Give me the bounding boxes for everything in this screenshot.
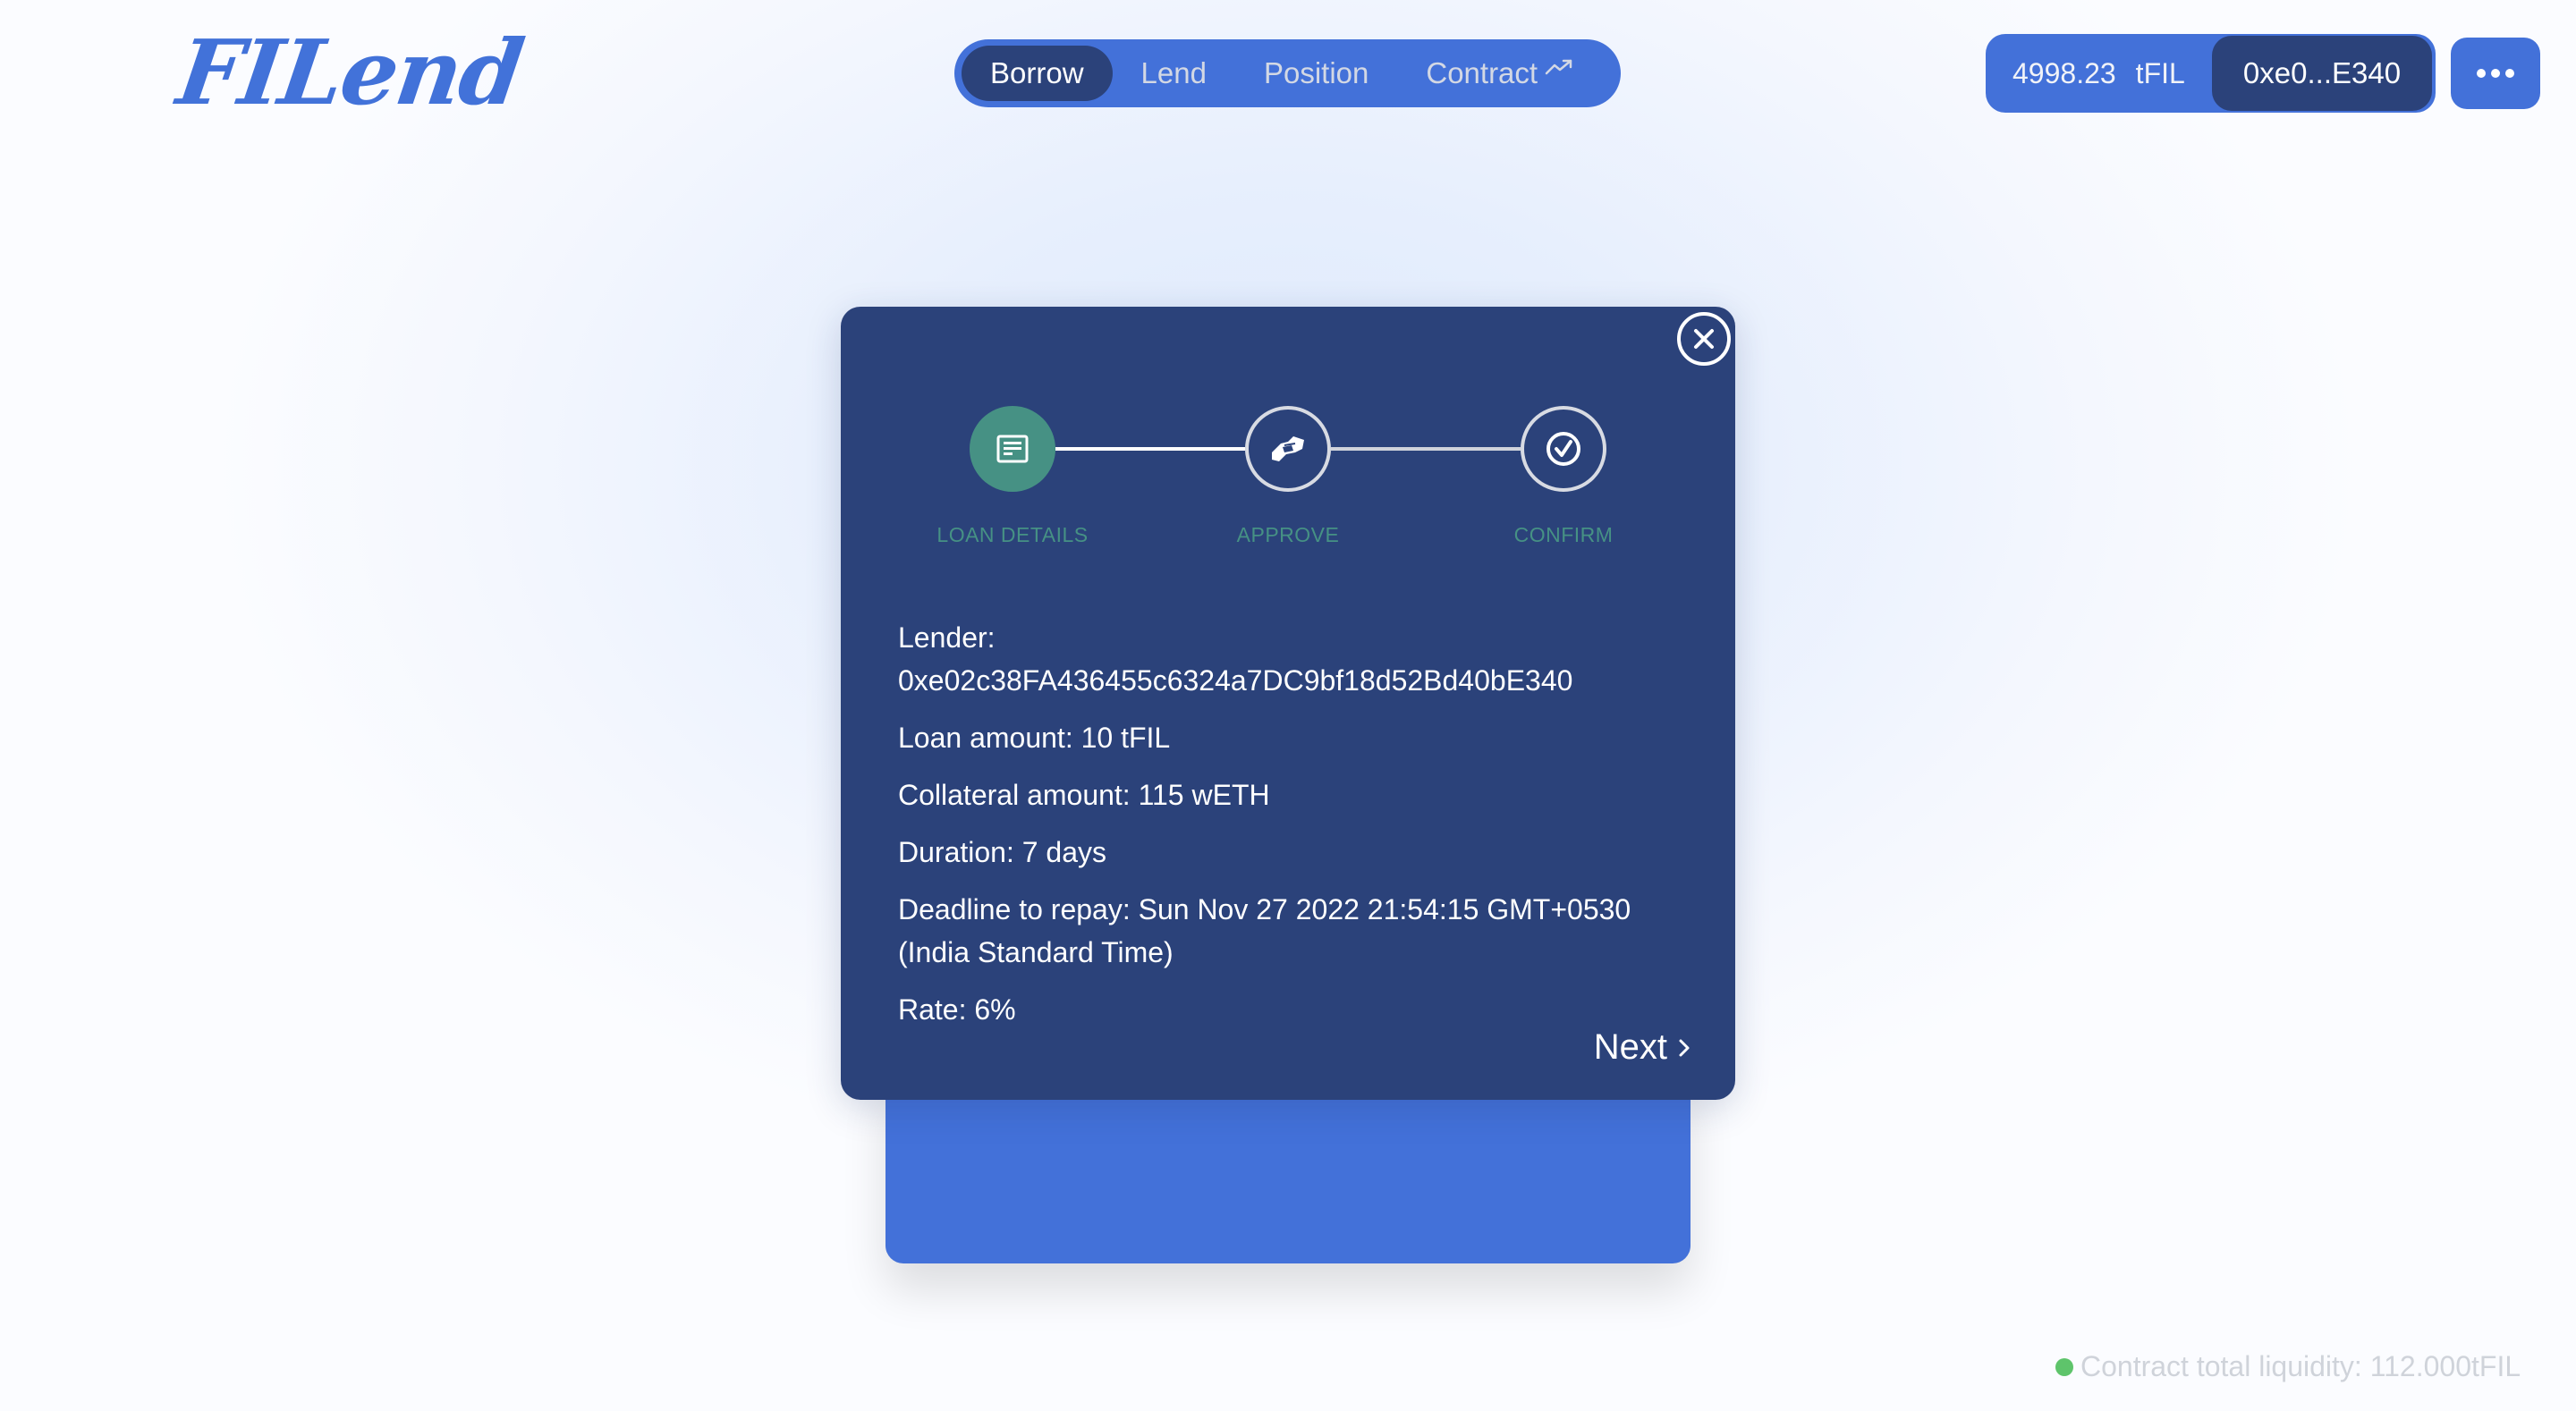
step-label-loan-details: LOAN DETAILS [936,523,1089,546]
main-nav: Borrow Lend Position Contract [954,39,1621,107]
close-icon [1694,329,1714,349]
close-modal-button[interactable] [1677,312,1731,366]
trending-up-icon [1545,59,1572,75]
next-button-label: Next [1593,1027,1667,1067]
repay-deadline: Deadline to repay: Sun Nov 27 2022 21:54… [898,893,1631,968]
nav-tab-lend[interactable]: Lend [1113,46,1235,101]
lender-label: Lender: [898,621,996,654]
nav-tab-position-label: Position [1263,56,1369,89]
wallet-address-button[interactable]: 0xe0...E340 [2212,36,2432,111]
lender-address: 0xe02c38FA436455c6324a7DC9bf18d52Bd40bE3… [898,664,1573,697]
status-dot-icon [2055,1357,2073,1376]
more-horizontal-icon [2477,69,2514,78]
nav-tab-lend-label: Lend [1140,56,1207,89]
app-logo[interactable]: FILend [172,20,529,125]
step-approve [1245,406,1331,492]
loan-duration: Duration: 7 days [898,836,1107,868]
balance-value: 4998.23 [2012,56,2116,89]
loan-rate: Rate: 6% [898,993,1016,1026]
chevron-right-icon [1679,1039,1690,1056]
nav-tab-borrow[interactable]: Borrow [962,46,1113,101]
loan-details: Lender: 0xe02c38FA436455c6324a7DC9bf18d5… [898,616,1703,1045]
wallet-widget[interactable]: 4998.23 tFIL 0xe0...E340 [1986,34,2436,113]
handshake-icon [1272,436,1304,461]
liquidity-text: Contract total liquidity: 112.000tFIL [2080,1350,2521,1382]
step-connector-2 [1331,447,1521,451]
balance-currency: tFIL [2135,56,2185,89]
check-circle-icon [1546,432,1580,466]
borrow-card [886,1073,1690,1263]
collateral-amount: Collateral amount: 115 wETH [898,779,1270,811]
wallet-balance: 4998.23 tFIL [1986,57,2213,90]
loan-amount: Loan amount: 10 tFIL [898,722,1171,754]
nav-tab-contract[interactable]: Contract [1397,46,1602,101]
nav-tab-contract-label: Contract [1426,56,1538,89]
step-loan-details [970,406,1055,492]
nav-tab-position[interactable]: Position [1235,46,1397,101]
liquidity-status: Contract total liquidity: 112.000tFIL [2055,1350,2521,1383]
step-confirm [1521,406,1606,492]
more-menu-button[interactable] [2451,38,2540,109]
lender-info: Lender: 0xe02c38FA436455c6324a7DC9bf18d5… [898,616,1703,702]
loan-modal: LOAN DETAILS APPROVE CONFIRM Lender: 0xe… [841,307,1735,1100]
step-label-confirm: CONFIRM [1513,523,1614,546]
document-icon [996,435,1029,463]
step-label-approve: APPROVE [1236,523,1340,546]
nav-tab-borrow-label: Borrow [990,56,1084,89]
step-connector-1 [1055,447,1245,451]
next-button[interactable]: Next [1594,1027,1690,1068]
